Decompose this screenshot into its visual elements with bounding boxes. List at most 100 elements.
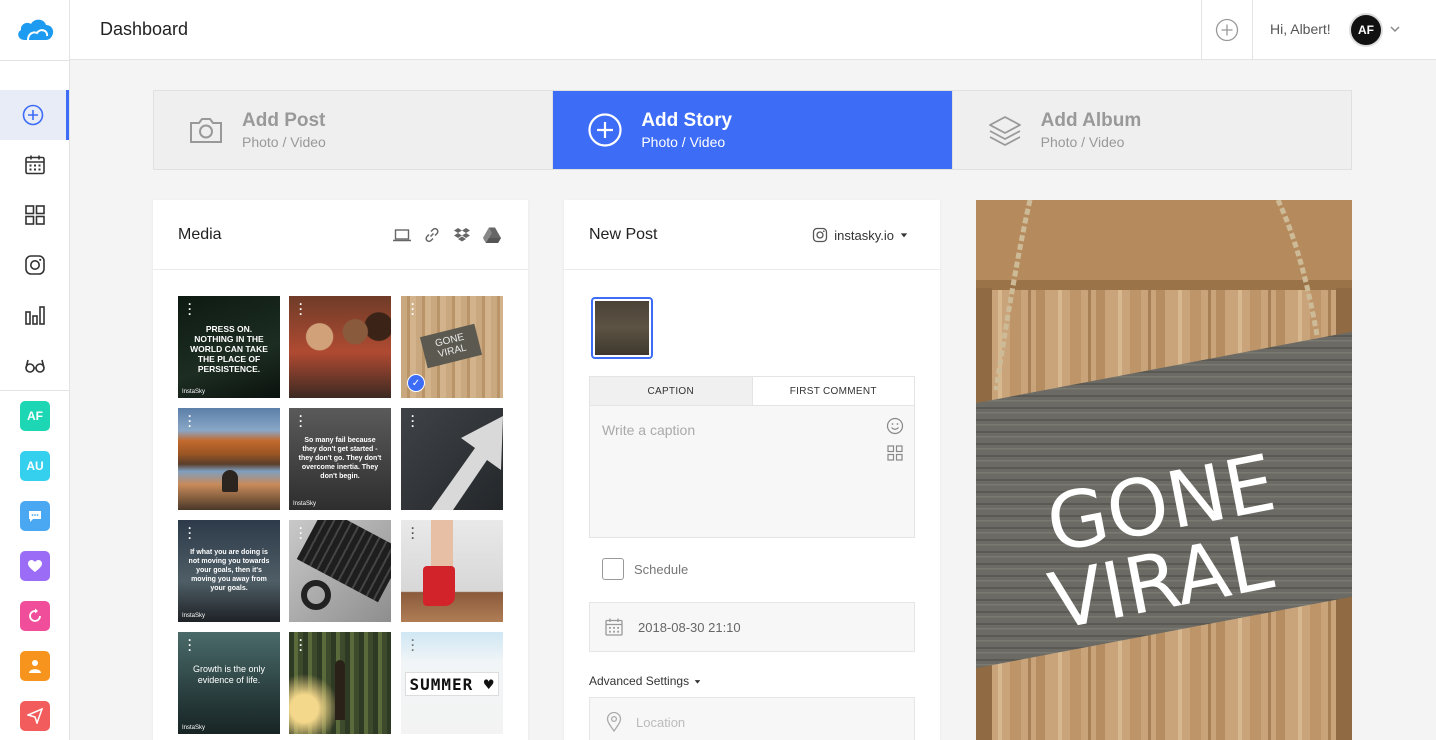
account-selector[interactable]: instasky.io: [812, 227, 908, 243]
media-thumbnail[interactable]: · · · Growth is the only evidence of life.…: [178, 632, 280, 734]
person-figure: [335, 660, 345, 720]
hashtag-grid-icon[interactable]: [886, 444, 904, 462]
more-options-icon[interactable]: · · ·: [188, 298, 192, 320]
tab-subtitle: Photo / Video: [1040, 134, 1125, 150]
advanced-settings-toggle[interactable]: Advanced Settings: [589, 674, 701, 688]
more-options-icon[interactable]: · · ·: [411, 522, 415, 544]
thumbnail-brand: InstaSky: [182, 389, 206, 395]
tab-subtitle: Photo / Video: [641, 134, 726, 150]
media-thumbnail[interactable]: · · ·: [178, 408, 280, 510]
tab-subtitle: Photo / Video: [242, 134, 326, 150]
thumbnail-text: If what you are doing is not moving you …: [188, 549, 270, 592]
instagram-icon: [24, 255, 45, 275]
account-au[interactable]: AU: [20, 451, 50, 481]
more-options-icon[interactable]: · · ·: [188, 410, 192, 432]
user-menu-chevron[interactable]: [1389, 22, 1401, 40]
media-thumbnail[interactable]: · · ·: [401, 520, 503, 622]
app-logo-icon[interactable]: [15, 14, 55, 46]
caret-down-icon: [694, 679, 701, 684]
account-send[interactable]: [20, 701, 50, 731]
sidebar-item-calendar[interactable]: [0, 140, 69, 190]
plus-circle-icon: [22, 104, 44, 126]
dropbox-icon[interactable]: [452, 225, 472, 245]
sidebar-item-instagram[interactable]: [0, 240, 69, 290]
schedule-label: Schedule: [634, 561, 689, 577]
sidebar-item-analytics[interactable]: [0, 290, 69, 340]
media-thumbnail[interactable]: · · · So many fail because they don't get …: [289, 408, 391, 510]
more-options-icon[interactable]: · · ·: [299, 634, 303, 656]
account-person[interactable]: [20, 651, 50, 681]
more-options-icon[interactable]: · · ·: [188, 634, 192, 656]
tab-title: Add Album: [1040, 110, 1142, 131]
media-thumbnail[interactable]: · · · PRESS ON. NOTHING IN THE WORLD CAN T…: [178, 296, 280, 398]
more-options-icon[interactable]: · · ·: [188, 522, 192, 544]
chevron-down-icon: [1390, 26, 1400, 33]
red-wrap-graphic: [423, 566, 455, 606]
plus-circle-icon: [588, 113, 622, 147]
leg-graphic: [431, 520, 453, 570]
location-field[interactable]: Location: [589, 697, 915, 740]
account-name: instasky.io: [834, 227, 894, 243]
tab-title: Add Post: [242, 110, 326, 131]
emoji-icon[interactable]: [886, 417, 904, 435]
glasses-icon: [24, 359, 45, 373]
thumbnail-figure: [222, 470, 238, 492]
more-options-icon[interactable]: · · ·: [299, 298, 303, 320]
media-thumbnail[interactable]: · · · If what you are doing is not moving …: [178, 520, 280, 622]
layers-icon: [988, 116, 1021, 146]
add-button[interactable]: [1201, 0, 1253, 60]
media-thumbnail[interactable]: · · ·: [289, 296, 391, 398]
tab-title: Add Story: [641, 110, 733, 131]
tab-add-story[interactable]: Add Story Photo / Video: [553, 91, 953, 169]
sidebar-item-grid[interactable]: [0, 190, 69, 240]
account-af[interactable]: AF: [20, 401, 50, 431]
media-header: Media: [153, 200, 528, 270]
schedule-checkbox[interactable]: [602, 558, 624, 580]
tab-first-comment[interactable]: FIRST COMMENT: [753, 377, 915, 405]
caption-input[interactable]: [590, 406, 880, 536]
account-chat[interactable]: [20, 501, 50, 531]
account-refresh[interactable]: [20, 601, 50, 631]
caret-down-icon: [900, 233, 908, 238]
datetime-value: 2018-08-30 21:10: [638, 619, 741, 635]
calendar-icon: [24, 155, 45, 175]
advanced-settings-label: Advanced Settings: [589, 674, 690, 688]
more-options-icon[interactable]: · · ·: [411, 298, 415, 320]
new-post-title: New Post: [589, 226, 658, 243]
google-drive-icon[interactable]: [482, 225, 502, 245]
media-title: Media: [178, 226, 222, 243]
tab-add-album[interactable]: Add Album Photo / Video: [953, 91, 1351, 169]
media-sources: [392, 225, 502, 245]
media-panel: Media · · · PRESS ON. NOTHING IN THE WORLD…: [153, 200, 528, 740]
sidebar-item-create[interactable]: [0, 90, 69, 140]
tab-caption[interactable]: CAPTION: [590, 377, 753, 405]
link-icon[interactable]: [422, 225, 442, 245]
user-greeting: Hi, Albert!: [1270, 21, 1331, 37]
new-post-panel: New Post instasky.io CAPTION FIRST COMME…: [564, 200, 940, 740]
thumbnail-brand: InstaSky: [182, 613, 206, 619]
media-thumbnail[interactable]: · · · SUMMER ♥: [401, 632, 503, 734]
sidebar-item-monitor[interactable]: [0, 340, 69, 390]
media-thumbnail[interactable]: · · ·: [401, 408, 503, 510]
refresh-icon: [29, 608, 41, 622]
more-options-icon[interactable]: · · ·: [299, 522, 303, 544]
more-options-icon[interactable]: · · ·: [299, 410, 303, 432]
selected-media-thumbnail[interactable]: [591, 297, 653, 359]
media-thumbnail[interactable]: · · ·: [289, 520, 391, 622]
more-options-icon[interactable]: · · ·: [411, 634, 415, 656]
datetime-field[interactable]: 2018-08-30 21:10: [589, 602, 915, 652]
post-type-tabs: Add Post Photo / Video Add Story Photo /…: [153, 90, 1352, 170]
camera-icon: [190, 118, 222, 143]
sidebar: AF AU: [0, 0, 70, 740]
thumbnail-brand: InstaSky: [182, 725, 206, 731]
media-thumbnail[interactable]: GONE VIRAL · · · ✓: [401, 296, 503, 398]
account-label: AF: [27, 409, 43, 423]
top-bar: Dashboard Hi, Albert! AF: [70, 0, 1436, 60]
sidebar-divider: [0, 390, 69, 391]
tab-add-post[interactable]: Add Post Photo / Video: [154, 91, 554, 169]
media-thumbnail[interactable]: · · ·: [289, 632, 391, 734]
laptop-icon[interactable]: [392, 225, 412, 245]
account-heart[interactable]: [20, 551, 50, 581]
caption-tabs: CAPTION FIRST COMMENT: [589, 376, 915, 406]
avatar[interactable]: AF: [1349, 13, 1383, 47]
